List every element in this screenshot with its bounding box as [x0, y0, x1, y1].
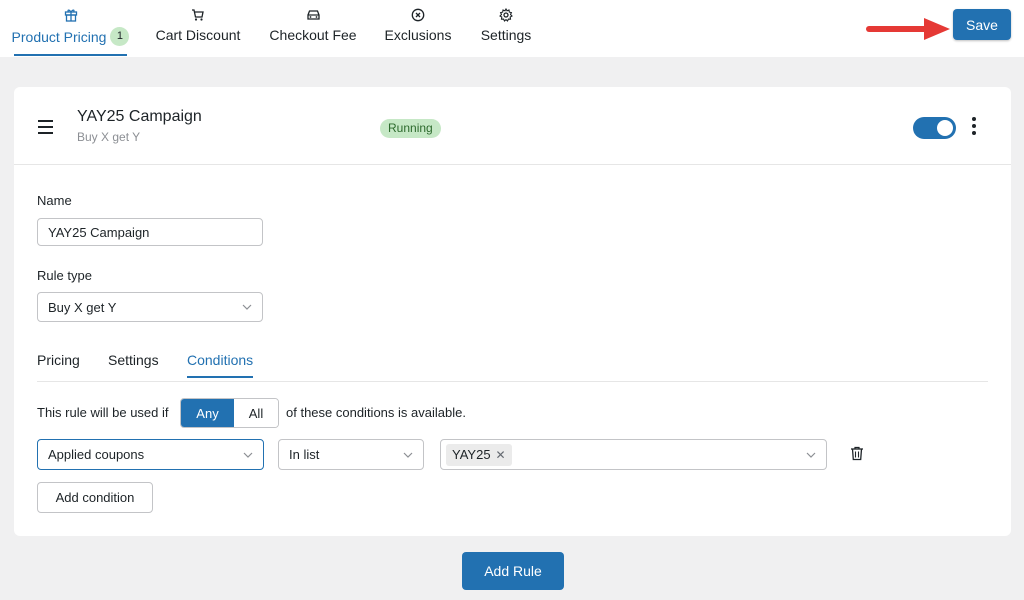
rule-card: YAY25 Campaign Buy X get Y Running Name … — [14, 87, 1011, 536]
rule-card-header: YAY25 Campaign Buy X get Y Running — [14, 87, 1011, 165]
car-icon — [306, 7, 321, 23]
annotation-arrow-icon — [866, 18, 950, 40]
top-nav-bar: Product Pricing 1 Cart Discount Checkout … — [0, 0, 1024, 57]
condition-operator-select[interactable]: In list — [278, 439, 424, 470]
gift-icon — [64, 7, 78, 23]
tab-cart-discount[interactable]: Cart Discount — [155, 0, 241, 57]
tab-product-pricing[interactable]: Product Pricing 1 — [11, 0, 130, 56]
campaign-subtitle: Buy X get Y — [77, 130, 141, 144]
chevron-down-icon — [242, 304, 252, 310]
rule-type-label: Rule type — [37, 268, 92, 283]
tab-label: Checkout Fee — [269, 27, 357, 43]
gear-icon — [499, 7, 513, 23]
match-all-button[interactable]: All — [234, 399, 278, 427]
rule-type-value: Buy X get Y — [48, 299, 117, 315]
rule-type-select[interactable]: Buy X get Y — [37, 292, 263, 322]
condition-values-select[interactable]: YAY25 ✕ — [440, 439, 827, 470]
subtab-conditions[interactable]: Conditions — [187, 352, 254, 378]
condition-operator-value: In list — [289, 447, 320, 462]
chevron-down-icon — [243, 452, 253, 458]
more-options-icon[interactable] — [972, 117, 978, 138]
tab-label: Product Pricing — [11, 28, 107, 45]
enable-toggle[interactable] — [913, 117, 956, 139]
save-button[interactable]: Save — [953, 9, 1011, 40]
conditions-outro-text: of these conditions is available. — [286, 405, 466, 420]
tab-checkout-fee[interactable]: Checkout Fee — [269, 0, 357, 57]
subtab-pricing[interactable]: Pricing — [37, 352, 80, 376]
drag-handle-icon[interactable] — [38, 120, 53, 138]
tab-exclusions[interactable]: Exclusions — [384, 0, 452, 57]
count-badge: 1 — [110, 27, 130, 46]
rule-subtabs: Pricing Settings Conditions — [37, 347, 988, 382]
status-badge: Running — [380, 119, 441, 138]
coupon-tag-label: YAY25 — [452, 447, 491, 462]
tab-label: Cart Discount — [155, 27, 241, 43]
remove-tag-icon[interactable]: ✕ — [496, 448, 506, 462]
conditions-intro-text: This rule will be used if — [37, 405, 169, 420]
chevron-down-icon — [403, 452, 413, 458]
tab-label: Exclusions — [384, 27, 452, 43]
match-any-button[interactable]: Any — [181, 399, 234, 427]
trash-icon[interactable] — [850, 446, 864, 461]
x-circle-icon — [411, 7, 425, 23]
name-field[interactable]: YAY25 Campaign — [37, 218, 263, 246]
name-field-value: YAY25 Campaign — [48, 224, 150, 240]
coupon-tag: YAY25 ✕ — [446, 443, 512, 466]
name-label: Name — [37, 193, 72, 208]
add-condition-button[interactable]: Add condition — [37, 482, 153, 513]
tab-settings[interactable]: Settings — [478, 0, 534, 57]
tab-label: Settings — [480, 27, 532, 43]
campaign-title: YAY25 Campaign — [77, 108, 202, 125]
condition-type-value: Applied coupons — [48, 447, 145, 462]
cart-icon — [191, 7, 205, 23]
match-mode-toggle: Any All — [180, 398, 279, 428]
add-rule-button[interactable]: Add Rule — [462, 552, 564, 590]
subtab-settings[interactable]: Settings — [108, 352, 159, 376]
toggle-knob — [937, 120, 953, 136]
condition-type-select[interactable]: Applied coupons — [37, 439, 264, 470]
chevron-down-icon — [806, 452, 816, 458]
